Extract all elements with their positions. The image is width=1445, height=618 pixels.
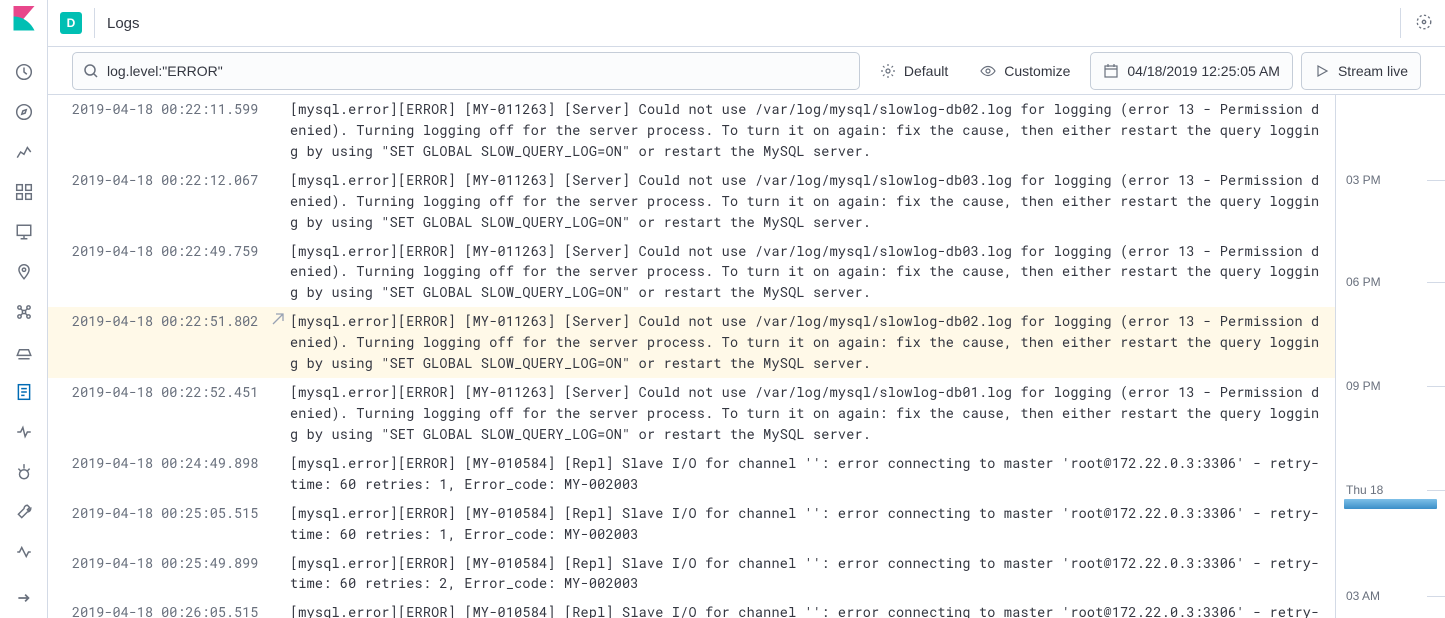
monitoring-icon[interactable] <box>0 532 48 572</box>
eye-icon <box>980 63 996 79</box>
kibana-logo[interactable] <box>10 6 38 34</box>
timeline-label: 03 AM <box>1346 589 1380 603</box>
uptime-icon[interactable] <box>0 452 48 492</box>
log-timestamp: 2019-04-18 00:22:11.599 <box>72 99 272 162</box>
topbar: D Logs <box>48 0 1445 47</box>
datetime-label: 04/18/2019 12:25:05 AM <box>1127 63 1280 79</box>
search-input[interactable] <box>107 63 849 79</box>
log-message: [mysql.error][ERROR] [MY-011263] [Server… <box>290 311 1335 374</box>
settings-button[interactable]: Default <box>868 52 960 90</box>
maps-icon[interactable] <box>0 252 48 292</box>
search-icon <box>83 63 99 79</box>
timeline-label: 03 PM <box>1346 173 1381 187</box>
log-message: [mysql.error][ERROR] [MY-011263] [Server… <box>290 382 1335 445</box>
timeline-label: 09 PM <box>1346 379 1381 393</box>
dashboard-icon[interactable] <box>0 172 48 212</box>
log-message: [mysql.error][ERROR] [MY-010584] [Repl] … <box>290 553 1335 595</box>
datetime-picker[interactable]: 04/18/2019 12:25:05 AM <box>1090 52 1293 90</box>
settings-label: Default <box>904 63 948 79</box>
log-timestamp: 2019-04-18 00:25:49.899 <box>72 553 272 595</box>
collapse-icon[interactable] <box>0 578 48 618</box>
log-row[interactable]: 2019-04-18 00:24:49.898 [mysql.error][ERR… <box>48 449 1335 499</box>
customize-label: Customize <box>1004 63 1070 79</box>
space-badge[interactable]: D <box>60 12 82 34</box>
timeline-label: Thu 18 <box>1346 483 1383 497</box>
infra-icon[interactable] <box>0 332 48 372</box>
stream-live-button[interactable]: Stream live <box>1301 52 1421 90</box>
customize-button[interactable]: Customize <box>968 52 1082 90</box>
canvas-icon[interactable] <box>0 212 48 252</box>
log-message: [mysql.error][ERROR] [MY-011263] [Server… <box>290 170 1335 233</box>
timeline-label: 06 PM <box>1346 275 1381 289</box>
recent-icon[interactable] <box>0 52 48 92</box>
log-timestamp: 2019-04-18 00:22:52.451 <box>72 382 272 445</box>
breadcrumb: Logs <box>107 15 140 32</box>
log-row[interactable]: 2019-04-18 00:22:12.067 [mysql.error][ERR… <box>48 166 1335 237</box>
log-row[interactable]: 2019-04-18 00:22:11.599 [mysql.error][ERR… <box>48 95 1335 166</box>
log-timestamp: 2019-04-18 00:22:51.802 <box>72 311 272 374</box>
log-message: [mysql.error][ERROR] [MY-010584] [Repl] … <box>290 503 1335 545</box>
log-message: [mysql.error][ERROR] [MY-011263] [Server… <box>290 241 1335 304</box>
calendar-icon <box>1103 63 1119 79</box>
timeline-band[interactable] <box>1344 499 1437 509</box>
discover-icon[interactable] <box>0 92 48 132</box>
search-box[interactable] <box>72 52 860 90</box>
log-row[interactable]: 2019-04-18 00:25:49.899 [mysql.error][ERR… <box>48 549 1335 599</box>
logs-icon[interactable] <box>0 372 48 412</box>
log-row[interactable]: 2019-04-18 00:25:05.515 [mysql.error][ERR… <box>48 499 1335 549</box>
log-row[interactable]: 2019-04-18 00:22:51.802 [mysql.error][ERR… <box>48 307 1335 378</box>
stream-label: Stream live <box>1338 63 1408 79</box>
log-row[interactable]: 2019-04-18 00:22:52.451 [mysql.error][ERR… <box>48 378 1335 449</box>
log-timestamp: 2019-04-18 00:22:12.067 <box>72 170 272 233</box>
log-message: [mysql.error][ERROR] [MY-011263] [Server… <box>290 99 1335 162</box>
play-icon <box>1314 63 1330 79</box>
fullscreen-icon[interactable] <box>1415 13 1433 34</box>
expand-icon[interactable] <box>272 311 290 374</box>
visualize-icon[interactable] <box>0 132 48 172</box>
dev-tools-icon[interactable] <box>0 492 48 532</box>
apm-icon[interactable] <box>0 412 48 452</box>
log-message: [mysql.error][ERROR] [MY-010584] [Repl] … <box>290 602 1335 618</box>
log-stream[interactable]: 2019-04-18 00:22:11.599 [mysql.error][ERR… <box>48 95 1335 618</box>
timeline[interactable]: 03 PM 06 PM 09 PM Thu 18 03 AM <box>1335 95 1445 618</box>
log-message: [mysql.error][ERROR] [MY-010584] [Repl] … <box>290 453 1335 495</box>
side-nav <box>0 0 48 618</box>
ml-icon[interactable] <box>0 292 48 332</box>
log-timestamp: 2019-04-18 00:26:05.515 <box>72 602 272 618</box>
log-timestamp: 2019-04-18 00:22:49.759 <box>72 241 272 304</box>
log-row[interactable]: 2019-04-18 00:22:49.759 [mysql.error][ERR… <box>48 237 1335 308</box>
gear-icon <box>880 63 896 79</box>
log-timestamp: 2019-04-18 00:25:05.515 <box>72 503 272 545</box>
log-row[interactable]: 2019-04-18 00:26:05.515 [mysql.error][ERR… <box>48 598 1335 618</box>
log-timestamp: 2019-04-18 00:24:49.898 <box>72 453 272 495</box>
toolbar: Default Customize 04/18/2019 12:25:05 AM… <box>48 47 1445 95</box>
